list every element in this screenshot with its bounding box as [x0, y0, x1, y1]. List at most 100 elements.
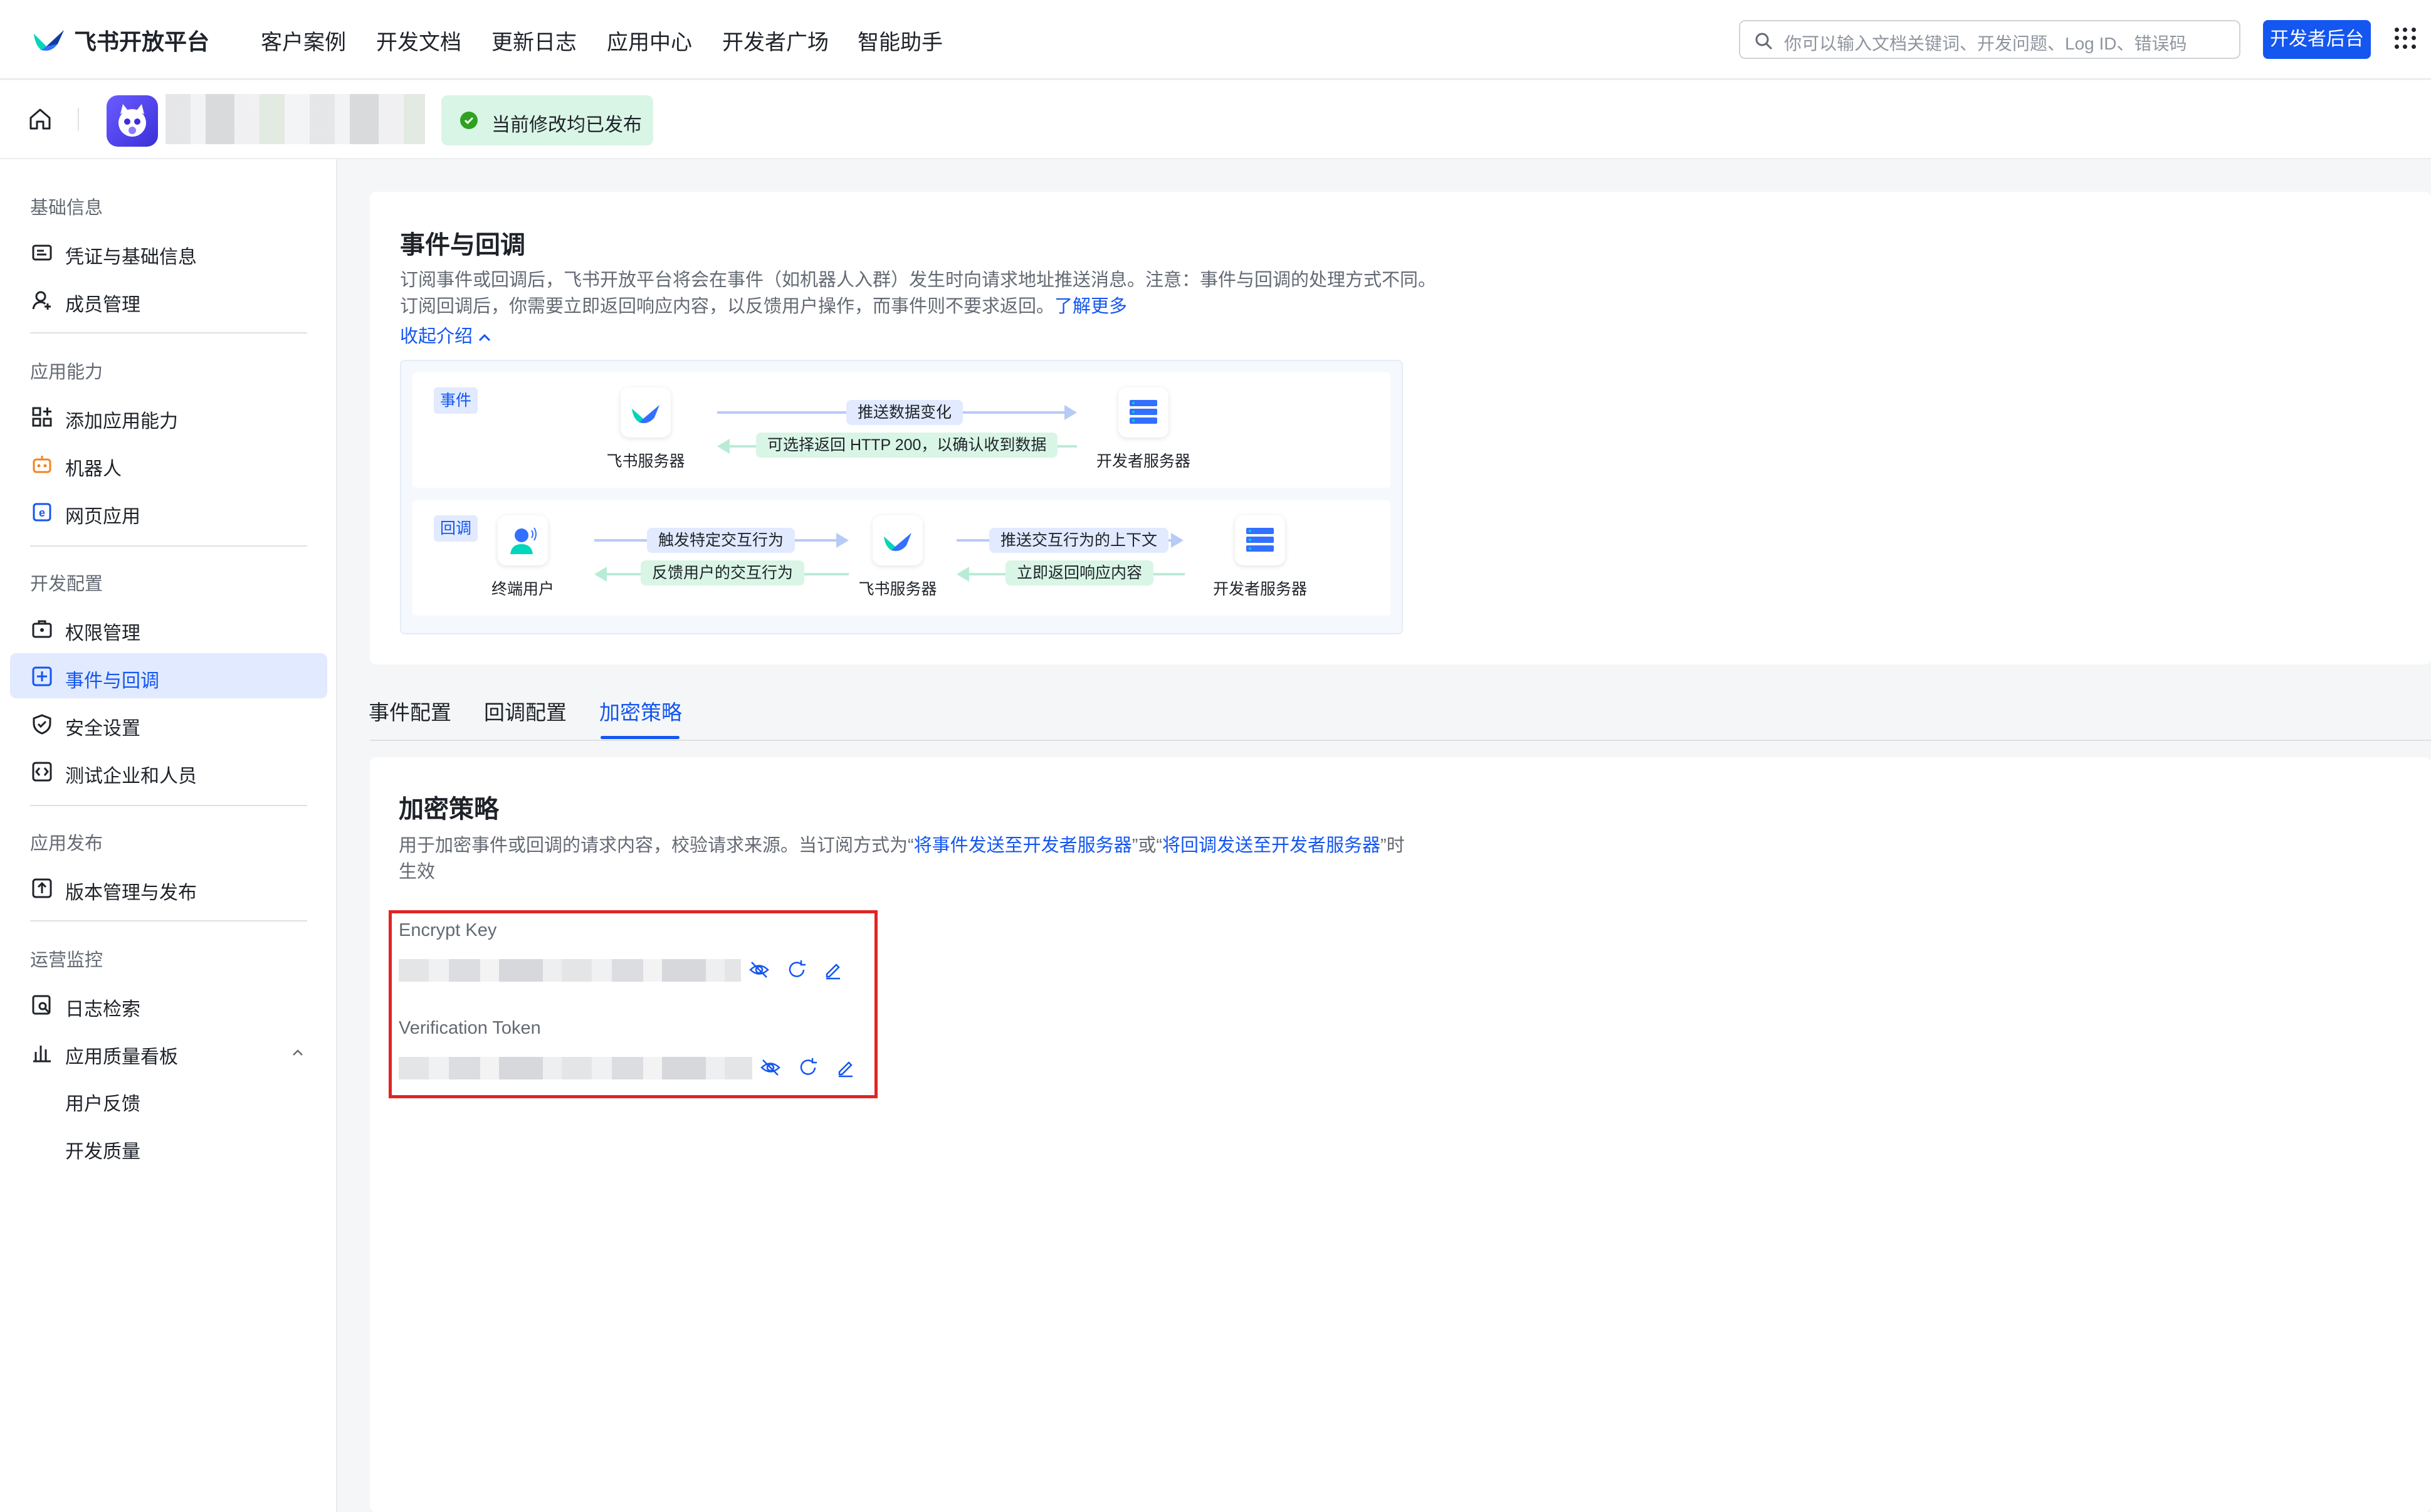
developer-server-icon [1118, 387, 1168, 438]
upload-box-icon [32, 878, 52, 898]
nav-changelog[interactable]: 更新日志 [491, 25, 577, 56]
sidebar-subitem-user-feedback[interactable]: 用户反馈 [65, 1088, 140, 1116]
intro-description-line2: 订阅回调后，你需要立即返回响应内容，以反馈用户操作，而事件则不要求返回。了解更多 [400, 293, 1127, 320]
search-placeholder: 你可以输入文档关键词、开发问题、Log ID、错误码 [1784, 34, 2187, 53]
sidebar-item-label: 测试企业和人员 [65, 766, 197, 787]
callback-node-user-label: 终端用户 [491, 580, 554, 598]
developer-console-button[interactable]: 开发者后台 [2263, 20, 2371, 59]
sidebar-item-bot[interactable]: 机器人 [10, 441, 327, 486]
sidebar-item-label: 事件与回调 [65, 671, 159, 691]
refresh-icon[interactable] [786, 959, 807, 980]
nav-dev-plaza[interactable]: 开发者广场 [722, 25, 829, 56]
encryption-desc-part3: ”时 [1380, 836, 1405, 856]
tab-encryption[interactable]: 加密策略 [599, 696, 682, 726]
collapse-intro-label: 收起介绍 [400, 327, 473, 347]
log-search-icon [32, 995, 51, 1015]
search-icon [1755, 33, 1772, 50]
sidebar-item-label: 版本管理与发布 [65, 883, 197, 903]
refresh-icon[interactable] [797, 1057, 819, 1078]
section-title-dev-config: 开发配置 [30, 574, 103, 594]
brand-name[interactable]: 飞书开放平台 [74, 24, 209, 56]
callback-tag: 回调 [434, 515, 478, 542]
tab-event-config[interactable]: 事件配置 [369, 696, 451, 726]
home-icon[interactable] [28, 107, 53, 132]
sidebar-subitem-dev-quality[interactable]: 开发质量 [65, 1136, 140, 1163]
robot-cat-icon [118, 104, 146, 137]
callback-node-feishu-label: 飞书服务器 [858, 580, 937, 598]
section-title-monitoring: 运营监控 [30, 950, 103, 970]
section-title-basic: 基础信息 [30, 198, 103, 218]
callback-lane: 回调 终端用户 触发特定交互行为 反馈用户的交互行为 飞书服务器 推送交互行为的… [412, 500, 1390, 616]
nav-customer-cases[interactable]: 客户案例 [261, 25, 346, 56]
robot-icon [33, 456, 51, 473]
sidebar-item-label: 网页应用 [65, 507, 140, 527]
bar-chart-icon [33, 1046, 51, 1063]
link-send-callbacks-to-server[interactable]: 将回调发送至开发者服务器 [1162, 836, 1380, 856]
sidebar-item-credentials[interactable]: 凭证与基础信息 [10, 229, 327, 275]
collapse-intro-link[interactable]: 收起介绍 [400, 323, 491, 350]
event-lane: 事件 飞书服务器 推送数据变化 可选择返回 HTTP 200，以确认收到数据 开… [412, 372, 1390, 488]
arrow-left-icon [717, 439, 730, 454]
arrow-left-icon [957, 567, 969, 582]
sidebar-divider [30, 332, 307, 333]
app-avatar[interactable] [107, 95, 158, 147]
arrow-left-icon [594, 567, 607, 582]
sidebar-item-log-search[interactable]: 日志检索 [10, 982, 327, 1027]
event-node-feishu-label: 飞书服务器 [606, 453, 685, 470]
sidebar-item-test-tenants[interactable]: 测试企业和人员 [10, 748, 327, 794]
feishu-server-icon [873, 515, 923, 565]
id-card-icon [32, 244, 52, 261]
sidebar-item-label: 权限管理 [65, 623, 140, 644]
chevron-up-icon[interactable] [291, 1046, 305, 1059]
grid-add-icon [32, 407, 52, 427]
page-title: 事件与回调 [400, 231, 525, 259]
search-input[interactable]: 你可以输入文档关键词、开发问题、Log ID、错误码 [1739, 20, 2240, 59]
arrow-right-icon [836, 533, 849, 548]
publish-status-text: 当前修改均已发布 [491, 115, 642, 135]
sidebar-item-label: 成员管理 [65, 295, 140, 315]
publish-status-badge: 当前修改均已发布 [441, 95, 653, 145]
sidebar-item-add-capability[interactable]: 添加应用能力 [10, 394, 327, 439]
link-send-events-to-server[interactable]: 将事件发送至开发者服务器 [914, 836, 1132, 856]
sidebar-item-events-callbacks[interactable]: 事件与回调 [10, 653, 327, 698]
arrow-label-feedback: 反馈用户的交互行为 [641, 560, 805, 585]
sidebar-item-permissions[interactable]: 权限管理 [10, 606, 327, 651]
sidebar-item-label: 应用质量看板 [65, 1047, 178, 1068]
nav-app-center[interactable]: 应用中心 [607, 25, 692, 56]
briefcase-lock-icon [32, 620, 52, 638]
event-callback-diagram: 事件 飞书服务器 推送数据变化 可选择返回 HTTP 200，以确认收到数据 开… [400, 360, 1403, 634]
web-app-icon: e [33, 503, 51, 522]
edit-icon[interactable] [822, 959, 844, 980]
app-grid-icon[interactable] [2395, 28, 2416, 49]
end-user-icon [498, 515, 548, 565]
event-tag: 事件 [434, 387, 478, 414]
feishu-logo-icon[interactable] [33, 25, 65, 54]
encryption-card [370, 757, 2431, 1512]
tabs-divider [370, 740, 2431, 741]
tab-callback-config[interactable]: 回调配置 [484, 696, 567, 726]
sidebar-divider [30, 920, 307, 921]
sidebar-item-quality-dashboard[interactable]: 应用质量看板 [10, 1029, 327, 1074]
nav-dev-docs[interactable]: 开发文档 [376, 25, 461, 56]
sidebar-item-web-app[interactable]: e 网页应用 [10, 489, 327, 534]
arrow-right-icon [1171, 533, 1184, 548]
sidebar-item-security[interactable]: 安全设置 [10, 701, 327, 746]
encryption-description-line2: 生效 [399, 862, 436, 882]
sidebar-item-label: 机器人 [65, 459, 122, 480]
app-name-redacted [165, 94, 425, 144]
sidebar-item-label: 添加应用能力 [65, 411, 178, 432]
verification-token-value-masked [399, 1057, 752, 1079]
eye-off-icon[interactable] [760, 1057, 781, 1078]
arrow-label-push-context: 推送交互行为的上下文 [989, 528, 1169, 553]
intro-description-line1: 订阅事件或回调后，飞书开放平台将会在事件（如机器人入群）发生时向请求地址推送消息… [400, 270, 1437, 290]
sidebar-item-members[interactable]: 成员管理 [10, 277, 327, 322]
sidebar-item-version-release[interactable]: 版本管理与发布 [10, 865, 327, 910]
intro-description-text: 订阅回调后，你需要立即返回响应内容，以反馈用户操作，而事件则不要求返回。 [400, 297, 1055, 317]
eye-off-icon[interactable] [748, 959, 770, 980]
learn-more-link[interactable]: 了解更多 [1054, 297, 1127, 317]
event-plus-icon [32, 666, 52, 686]
sidebar-item-label: 安全设置 [65, 718, 140, 739]
nav-smart-assistant[interactable]: 智能助手 [858, 25, 943, 56]
verification-token-label: Verification Token [399, 1018, 541, 1038]
edit-icon[interactable] [835, 1057, 856, 1078]
